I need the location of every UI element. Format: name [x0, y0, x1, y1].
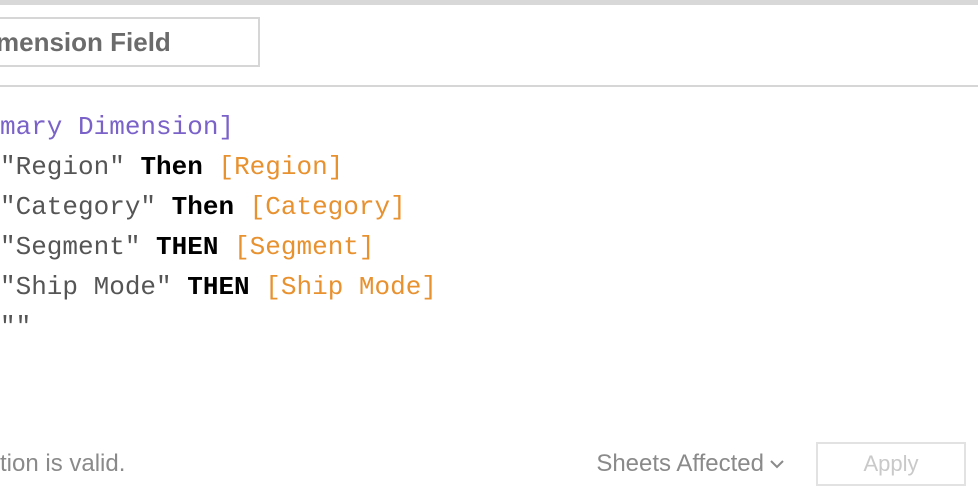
code-token-parameter: mary Dimension] [0, 112, 234, 142]
footer-bar: tion is valid. Sheets Affected Apply [0, 442, 978, 492]
header-row [0, 5, 978, 85]
code-token-field: [Region] [218, 152, 343, 182]
chevron-down-icon [770, 459, 784, 469]
code-token-string: "" [0, 312, 31, 342]
code-token-string: "Segment" [0, 232, 140, 262]
code-token-string: "Category" [0, 192, 156, 222]
sheets-affected-dropdown[interactable]: Sheets Affected [596, 450, 784, 478]
code-token-keyword: THEN [156, 232, 218, 262]
sheets-affected-label: Sheets Affected [596, 450, 764, 478]
code-token-keyword: Then [172, 192, 234, 222]
code-token-field: [Category] [250, 192, 406, 222]
apply-button[interactable]: Apply [816, 442, 966, 486]
code-token-string: "Ship Mode" [0, 272, 172, 302]
code-token-keyword: THEN [187, 272, 249, 302]
code-token-string: "Region" [0, 152, 125, 182]
validation-status: tion is valid. [0, 450, 596, 478]
code-token-field: [Ship Mode] [265, 272, 437, 302]
formula-editor[interactable]: mary Dimension] "Region" Then [Region] "… [0, 87, 978, 407]
code-token-keyword: Then [140, 152, 202, 182]
calc-name-input[interactable] [0, 17, 260, 67]
code-token-field: [Segment] [234, 232, 374, 262]
